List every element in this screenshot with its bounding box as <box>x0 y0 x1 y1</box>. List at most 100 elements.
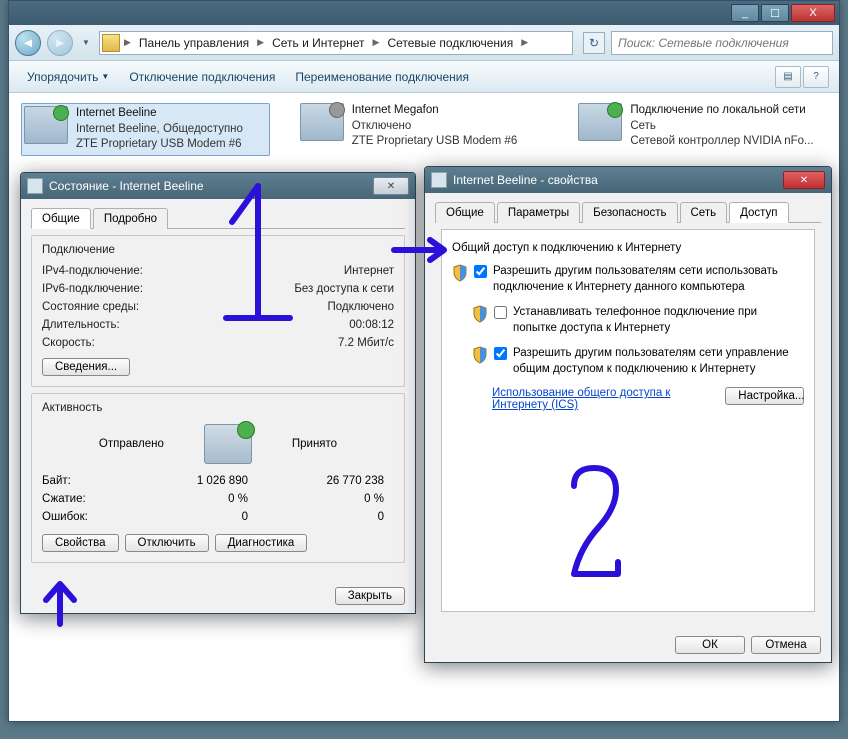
connection-icon <box>24 106 68 144</box>
shield-icon <box>472 346 488 364</box>
errors-label: Ошибок: <box>42 511 142 523</box>
command-bar: Упорядочить▼ Отключение подключения Пере… <box>9 61 839 93</box>
ipv6-label: IPv6-подключение: <box>42 283 143 295</box>
tab-options[interactable]: Параметры <box>497 202 580 223</box>
speed-value: 7.2 Мбит/с <box>338 337 394 349</box>
properties-button[interactable]: Свойства <box>42 534 119 552</box>
connection-text: Подключение по локальной сети Сеть Сетев… <box>630 103 813 156</box>
shield-icon <box>452 264 468 282</box>
duration-value: 00:08:12 <box>349 319 394 331</box>
close-button[interactable]: Закрыть <box>335 587 405 605</box>
tab-sharing[interactable]: Доступ <box>729 202 788 223</box>
disable-connection-button[interactable]: Отключение подключения <box>121 66 283 88</box>
minimize-button[interactable]: _ <box>731 4 759 22</box>
forward-button[interactable]: ► <box>47 30 73 56</box>
crumb-control-panel[interactable]: Панель управления <box>133 36 255 50</box>
tab-general[interactable]: Общие <box>31 208 91 229</box>
close-button[interactable]: X <box>791 4 835 22</box>
ipv6-value: Без доступа к сети <box>294 283 394 295</box>
section-heading: Общий доступ к подключению к Интернету <box>452 242 804 254</box>
tab-security[interactable]: Безопасность <box>582 202 677 223</box>
organize-menu[interactable]: Упорядочить▼ <box>19 66 117 88</box>
bytes-label: Байт: <box>42 475 142 487</box>
chevron-right-icon: ▶ <box>519 37 530 48</box>
view-mode-button[interactable]: ▤ <box>775 66 801 88</box>
chevron-right-icon: ▶ <box>122 37 133 48</box>
group-label: Активность <box>38 402 106 414</box>
connection-text: Internet Megafon Отключено ZTE Proprieta… <box>352 103 518 156</box>
bytes-sent: 1 026 890 <box>142 475 278 487</box>
folder-icon <box>102 34 120 52</box>
duration-label: Длительность: <box>42 319 120 331</box>
cancel-button[interactable]: Отмена <box>751 636 821 654</box>
titlebar: _ ☐ X <box>9 1 839 25</box>
dialog-icon <box>27 178 43 194</box>
activity-icon <box>204 424 252 464</box>
maximize-button[interactable]: ☐ <box>761 4 789 22</box>
chevron-down-icon: ▼ <box>101 72 109 81</box>
bytes-recv: 26 770 238 <box>278 475 394 487</box>
settings-button[interactable]: Настройка... <box>725 387 804 405</box>
dialog-titlebar: Состояние - Internet Beeline ✕ <box>21 173 415 199</box>
media-label: Состояние среды: <box>42 301 139 313</box>
help-button[interactable]: ? <box>803 66 829 88</box>
status-tabs: Общие Подробно <box>31 207 405 229</box>
errors-sent: 0 <box>142 511 278 523</box>
shield-icon <box>472 305 488 323</box>
compression-label: Сжатие: <box>42 493 142 505</box>
properties-tabs: Общие Параметры Безопасность Сеть Доступ <box>435 201 821 223</box>
details-button[interactable]: Сведения... <box>42 358 130 376</box>
refresh-button[interactable]: ↻ <box>583 32 605 54</box>
nav-row: ◄ ► ▼ ▶ Панель управления ▶ Сеть и Интер… <box>9 25 839 61</box>
back-button[interactable]: ◄ <box>15 30 41 56</box>
ipv4-value: Интернет <box>344 265 394 277</box>
rename-connection-button[interactable]: Переименование подключения <box>287 66 477 88</box>
connections-list: Internet Beeline Internet Beeline, Общед… <box>9 93 839 166</box>
connection-text: Internet Beeline Internet Beeline, Общед… <box>76 106 243 153</box>
ics-help-link[interactable]: Использование общего доступа к Интернету… <box>492 387 705 411</box>
crumb-network-internet[interactable]: Сеть и Интернет <box>266 36 370 50</box>
ok-button[interactable]: ОК <box>675 636 745 654</box>
sent-label: Отправлено <box>99 438 164 450</box>
connection-group: Подключение IPv4-подключение:Интернет IP… <box>31 235 405 387</box>
received-label: Принято <box>292 438 337 450</box>
dialog-close-button[interactable]: ✕ <box>373 177 409 195</box>
compression-sent: 0 % <box>142 493 278 505</box>
connection-item[interactable]: Подключение по локальной сети Сеть Сетев… <box>578 103 827 156</box>
connection-item[interactable]: Internet Beeline Internet Beeline, Общед… <box>21 103 270 156</box>
allow-sharing-checkbox[interactable] <box>474 265 487 278</box>
search-box[interactable] <box>611 31 833 55</box>
dialog-icon <box>431 172 447 188</box>
diagnose-button[interactable]: Диагностика <box>215 534 308 552</box>
status-dialog: Состояние - Internet Beeline ✕ Общие Под… <box>20 172 416 614</box>
speed-label: Скорость: <box>42 337 95 349</box>
dialog-close-button[interactable]: ✕ <box>783 171 825 189</box>
group-label: Подключение <box>38 244 119 256</box>
allow-control-checkbox[interactable] <box>494 347 507 360</box>
tab-details[interactable]: Подробно <box>93 208 168 229</box>
chevron-right-icon: ▶ <box>371 37 382 48</box>
tab-network[interactable]: Сеть <box>680 202 728 223</box>
allow-control-label: Разрешить другим пользователям сети упра… <box>513 346 804 377</box>
compression-recv: 0 % <box>278 493 394 505</box>
dial-on-demand-checkbox[interactable] <box>494 306 507 319</box>
allow-sharing-label: Разрешить другим пользователям сети испо… <box>493 264 804 295</box>
connection-item[interactable]: Internet Megafon Отключено ZTE Proprieta… <box>300 103 549 156</box>
address-bar[interactable]: ▶ Панель управления ▶ Сеть и Интернет ▶ … <box>99 31 573 55</box>
media-value: Подключено <box>328 301 395 313</box>
activity-group: Активность Отправлено Принято Байт:1 026… <box>31 393 405 563</box>
dial-on-demand-label: Устанавливать телефонное подключение при… <box>513 305 804 336</box>
disconnect-button[interactable]: Отключить <box>125 534 209 552</box>
tab-general[interactable]: Общие <box>435 202 495 223</box>
dialog-title: Internet Beeline - свойства <box>453 173 598 187</box>
errors-recv: 0 <box>278 511 394 523</box>
connection-icon <box>578 103 622 141</box>
dialog-titlebar: Internet Beeline - свойства ✕ <box>425 167 831 193</box>
sharing-panel: Общий доступ к подключению к Интернету Р… <box>441 229 815 612</box>
crumb-network-connections[interactable]: Сетевые подключения <box>381 36 519 50</box>
connection-icon <box>300 103 344 141</box>
history-drop-icon[interactable]: ▼ <box>79 32 93 54</box>
chevron-right-icon: ▶ <box>255 37 266 48</box>
search-input[interactable] <box>618 36 826 50</box>
properties-dialog: Internet Beeline - свойства ✕ Общие Пара… <box>424 166 832 663</box>
